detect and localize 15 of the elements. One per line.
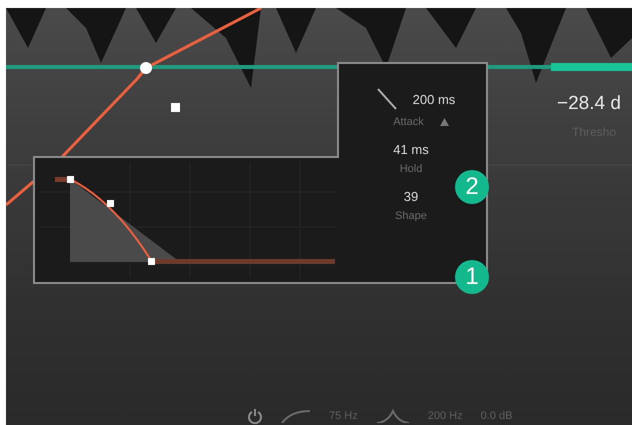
slope-icon xyxy=(376,88,397,110)
param-value[interactable]: 41 ms xyxy=(393,142,429,157)
bell-icon[interactable] xyxy=(376,409,410,423)
triangle-icon xyxy=(440,118,449,126)
shelf-icon[interactable] xyxy=(281,409,311,423)
threshold-handle[interactable] xyxy=(551,63,632,71)
param-label: Hold xyxy=(400,163,422,175)
control-point[interactable] xyxy=(140,62,152,74)
param-value[interactable]: 200 ms xyxy=(412,92,456,106)
param-value[interactable]: 39 xyxy=(404,189,418,204)
callout-badge: 1 xyxy=(455,260,489,294)
power-icon[interactable] xyxy=(247,408,263,424)
threshold-value: −28.4 d xyxy=(557,93,621,115)
param-label: Shape xyxy=(395,210,427,222)
param-label: Attack xyxy=(393,116,424,128)
